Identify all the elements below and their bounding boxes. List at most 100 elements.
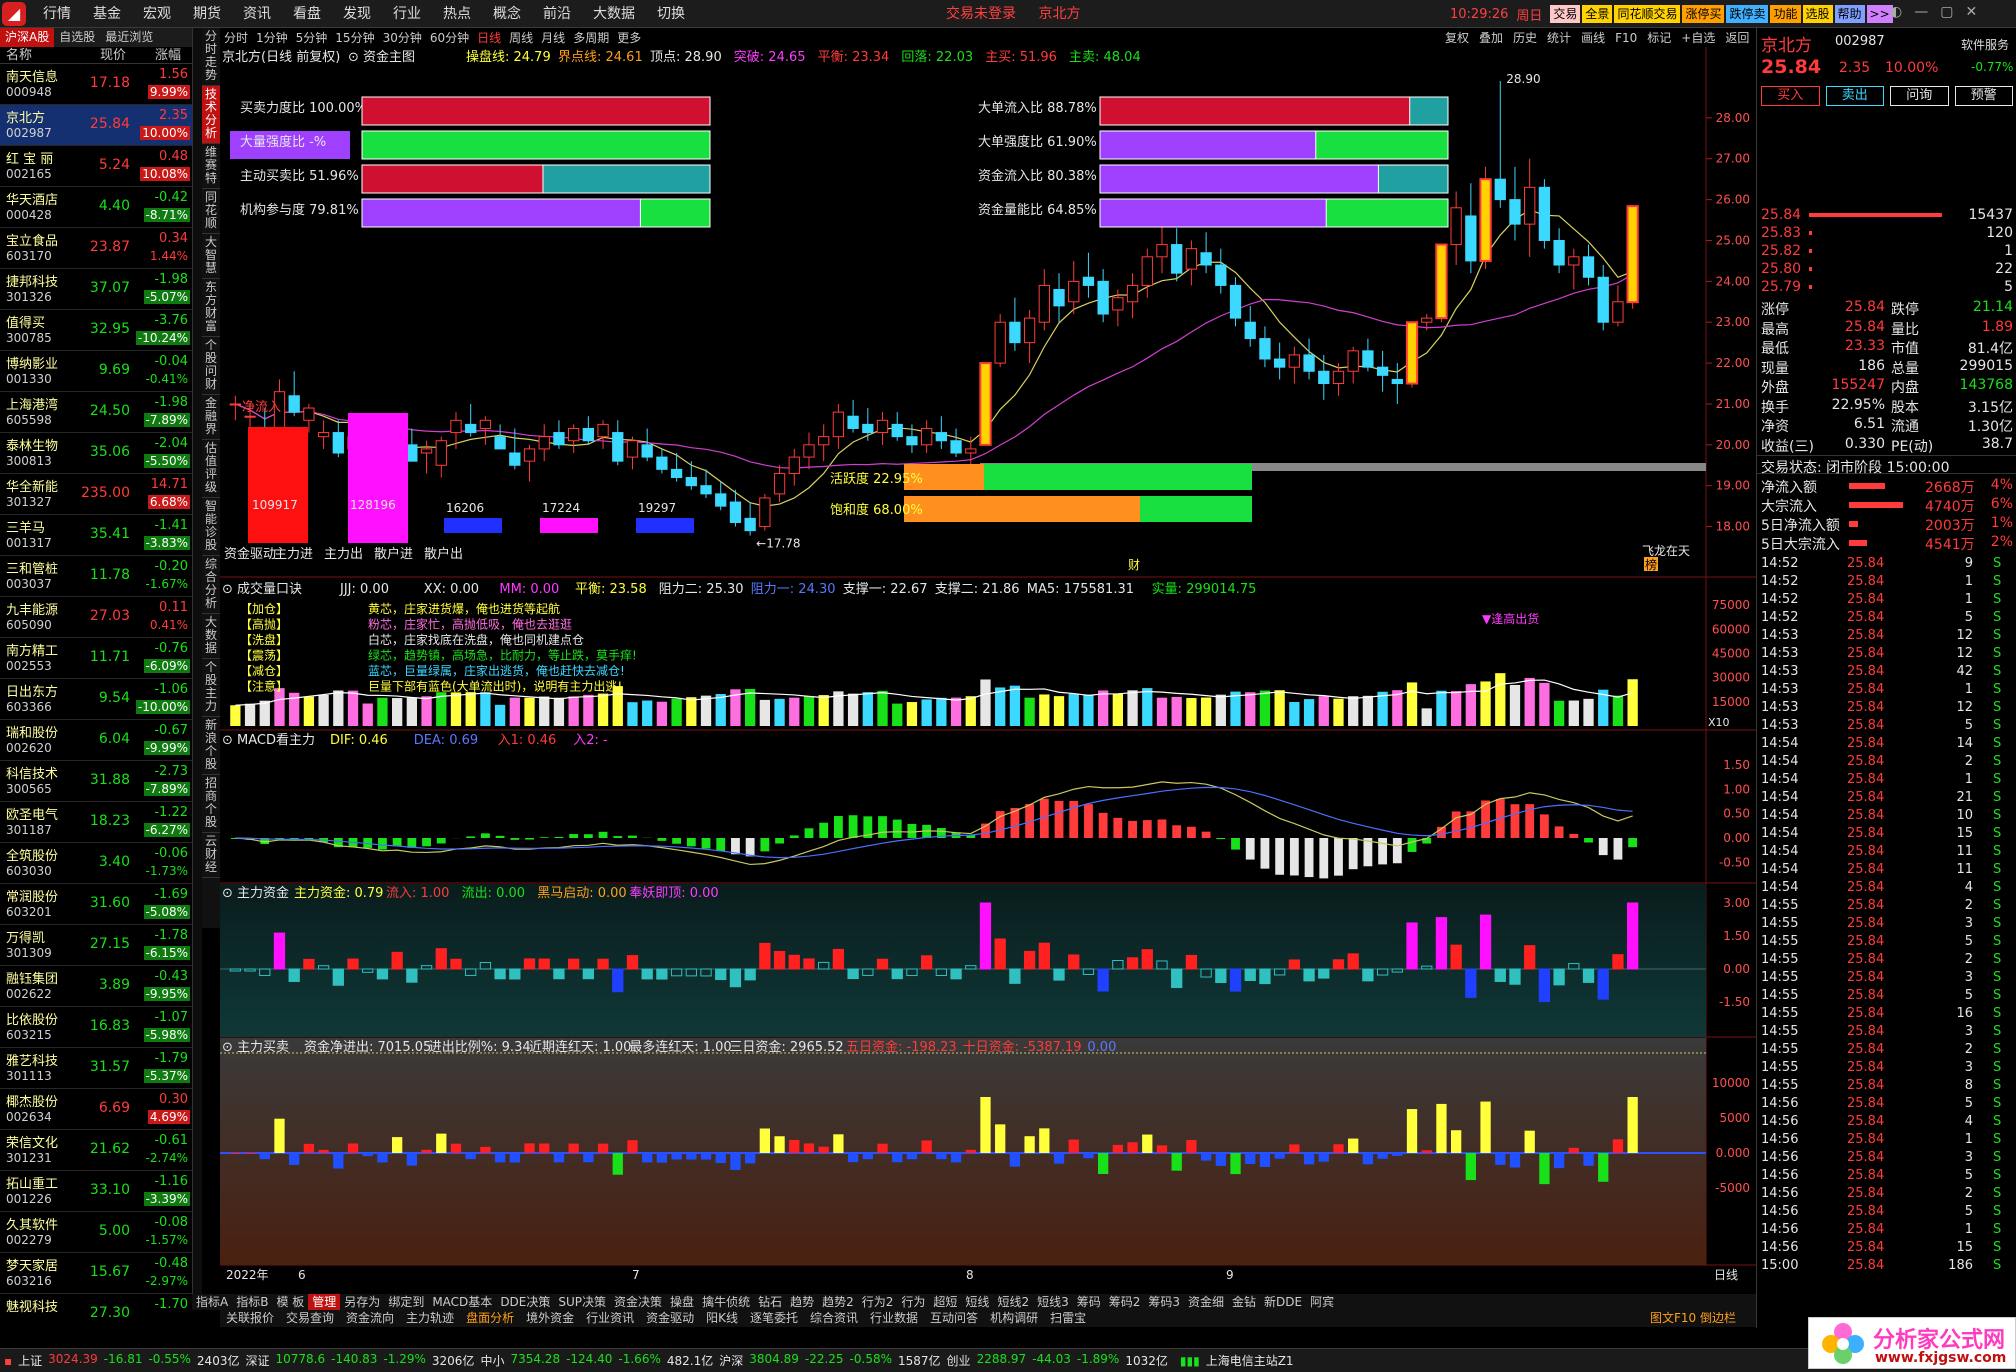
vertical-tab[interactable]: 新浪个股 xyxy=(202,717,220,775)
chart-tool[interactable]: 画线 xyxy=(1581,29,1605,46)
stock-row[interactable]: 华天酒店 000428 4.40 -0.42 -8.71% xyxy=(0,187,192,228)
info-tab[interactable]: 互动问答 xyxy=(924,1310,984,1327)
vertical-tab[interactable]: 招商个股 xyxy=(202,775,220,833)
chart-canvas[interactable]: 京北方(日线 前复权) ⊙ 资金主图 操盘线: 24.79 界点线: 24.61 顶点:… xyxy=(220,47,1756,1294)
menu-item[interactable]: 切换 xyxy=(646,0,696,28)
period-tab[interactable]: 周线 xyxy=(509,29,533,46)
maximize-icon[interactable]: ▢ xyxy=(1940,4,1953,20)
top-button[interactable]: 同花顺交易 xyxy=(1614,5,1681,23)
indicator-tab[interactable]: 趋势2 xyxy=(818,1294,858,1310)
vertical-tab[interactable]: 个股主力 xyxy=(202,659,220,717)
stock-row[interactable]: 魅视科技 27.30 -1.70 xyxy=(0,1294,192,1326)
indicator-tab[interactable]: DDE决策 xyxy=(496,1294,554,1310)
chart-tool[interactable]: 返回 xyxy=(1725,29,1749,46)
stock-row[interactable]: 宝立食品 603170 23.87 0.34 1.44% xyxy=(0,228,192,269)
indicator-tab[interactable]: 擒牛侦统 xyxy=(698,1294,754,1310)
stock-row[interactable]: 久其软件 002279 5.00 -0.08 -1.57% xyxy=(0,1212,192,1253)
period-tab[interactable]: 1分钟 xyxy=(256,29,288,46)
menu-item[interactable]: 前沿 xyxy=(532,0,582,28)
info-tab[interactable]: 盘面分析 xyxy=(460,1310,520,1327)
period-tab[interactable]: 60分钟 xyxy=(430,29,469,46)
skin-icon[interactable]: ◐ xyxy=(1890,4,1902,20)
stock-row[interactable]: 博纳影业 001330 9.69 -0.04 -0.41% xyxy=(0,351,192,392)
period-tab[interactable]: 日线 xyxy=(477,29,501,46)
info-tab[interactable]: 资金驱动 xyxy=(640,1310,700,1327)
list-scrollbar[interactable] xyxy=(192,28,202,1294)
stock-row[interactable]: 三和管桩 003037 11.78 -0.20 -1.67% xyxy=(0,556,192,597)
chart-tool[interactable]: 复权 xyxy=(1445,29,1469,46)
stock-row[interactable]: 南方精工 002553 11.71 -0.76 -6.09% xyxy=(0,638,192,679)
indicator-tab[interactable]: MACD基本 xyxy=(428,1294,496,1310)
indicator-tab[interactable]: 短线3 xyxy=(1033,1294,1073,1310)
top-button[interactable]: 涨停买 xyxy=(1682,5,1725,23)
stock-row[interactable]: 京北方 002987 25.84 2.35 10.00% xyxy=(0,105,192,146)
stock-row[interactable]: 值得买 300785 32.95 -3.76 -10.24% xyxy=(0,310,192,351)
menu-item[interactable]: 热点 xyxy=(432,0,482,28)
indicator-tab[interactable]: 短线 xyxy=(961,1294,993,1310)
menu-item[interactable]: 行情 xyxy=(32,0,82,28)
info-tab[interactable]: 行业数据 xyxy=(864,1310,924,1327)
menu-item[interactable]: 看盘 xyxy=(282,0,332,28)
sector-label[interactable]: 软件服务 xyxy=(1961,36,2009,53)
stock-row[interactable]: 欧圣电气 301187 18.23 -1.22 -6.27% xyxy=(0,802,192,843)
top-button[interactable]: 跌停卖 xyxy=(1726,5,1769,23)
indicator-tab[interactable]: 资金决策 xyxy=(610,1294,666,1310)
period-tab[interactable]: 分时 xyxy=(224,29,248,46)
indicator-tab[interactable]: 筹码2 xyxy=(1105,1294,1145,1310)
login-status[interactable]: 交易未登录 xyxy=(946,6,1016,22)
menu-item[interactable]: 概念 xyxy=(482,0,532,28)
info-tab[interactable]: 关联报价 xyxy=(220,1310,280,1327)
menu-item[interactable]: 宏观 xyxy=(132,0,182,28)
period-tab[interactable]: 5分钟 xyxy=(296,29,328,46)
info-tab[interactable]: 行业资讯 xyxy=(580,1310,640,1327)
stock-list-tab[interactable]: 自选股 xyxy=(54,28,100,47)
menu-item[interactable]: 大数据 xyxy=(582,0,646,28)
menu-item[interactable]: 期货 xyxy=(182,0,232,28)
stock-row[interactable]: 科信技术 300565 31.88 -2.73 -7.89% xyxy=(0,761,192,802)
info-tab[interactable]: 资金流向 xyxy=(340,1310,400,1327)
vertical-tab[interactable]: 估值评级 xyxy=(202,440,220,498)
stock-row[interactable]: 全筑股份 603030 3.40 -0.06 -1.73% xyxy=(0,843,192,884)
indicator-tab[interactable]: 筹码 xyxy=(1073,1294,1105,1310)
trade-action-button[interactable]: 买入 xyxy=(1761,86,1820,106)
chart-tool[interactable]: +自选 xyxy=(1681,29,1715,46)
period-tab[interactable]: 30分钟 xyxy=(383,29,422,46)
period-tab[interactable]: 月线 xyxy=(541,29,565,46)
server-name[interactable]: 上海电信主站Z1 xyxy=(1206,1352,1294,1369)
indicator-tab[interactable]: 管理 xyxy=(308,1294,341,1310)
top-button[interactable]: 功能 xyxy=(1770,5,1801,23)
menu-item[interactable]: 基金 xyxy=(82,0,132,28)
indicator-tab[interactable]: SUP决策 xyxy=(554,1294,610,1310)
vertical-tab[interactable]: 大数据 xyxy=(202,614,220,659)
info-tab[interactable]: 阳K线 xyxy=(700,1310,744,1327)
info-tab[interactable]: 综合资讯 xyxy=(804,1310,864,1327)
chart-tool[interactable]: F10 xyxy=(1615,31,1637,45)
vertical-tab[interactable]: 分时走势 xyxy=(202,28,220,86)
chart-tool[interactable]: 统计 xyxy=(1547,29,1571,46)
stock-row[interactable]: 比依股份 603215 16.83 -1.07 -5.98% xyxy=(0,1007,192,1048)
indicator-tab[interactable]: 钻石 xyxy=(754,1294,786,1310)
minimize-icon[interactable]: — xyxy=(1914,4,1928,20)
vertical-tab[interactable]: 金融界 xyxy=(202,395,220,440)
top-button[interactable]: >> xyxy=(1866,5,1893,23)
info-tab[interactable]: 境外资金 xyxy=(520,1310,580,1327)
indicator-tab[interactable]: 短线2 xyxy=(993,1294,1033,1310)
indicator-tab[interactable]: 另存为 xyxy=(340,1294,384,1310)
stock-row[interactable]: 拓山重工 001226 33.10 -1.16 -3.39% xyxy=(0,1171,192,1212)
stock-row[interactable]: 捷邦科技 301326 37.07 -1.98 -5.07% xyxy=(0,269,192,310)
top-button[interactable]: 帮助 xyxy=(1834,5,1865,23)
info-tab[interactable]: 扫雷宝 xyxy=(1044,1310,1092,1327)
vertical-tab[interactable]: 同花顺 xyxy=(202,189,220,234)
stock-row[interactable]: 瑞和股份 002620 6.04 -0.67 -9.99% xyxy=(0,720,192,761)
indicator-tab[interactable]: 操盘 xyxy=(666,1294,698,1310)
top-button[interactable]: 选股 xyxy=(1802,5,1833,23)
info-tab[interactable]: 逐笔委托 xyxy=(744,1310,804,1327)
indicator-tab[interactable]: 金钻 xyxy=(1228,1294,1260,1310)
vertical-tab[interactable]: 云财经 xyxy=(202,833,220,878)
indicator-tab[interactable]: 阿宾 xyxy=(1306,1294,1338,1310)
indicator-tab[interactable]: 趋势 xyxy=(786,1294,818,1310)
trade-action-button[interactable]: 预警 xyxy=(1954,86,2013,106)
info-tab[interactable]: 交易查询 xyxy=(280,1310,340,1327)
period-tab[interactable]: 更多 xyxy=(617,29,641,46)
trade-action-button[interactable]: 卖出 xyxy=(1825,86,1884,106)
